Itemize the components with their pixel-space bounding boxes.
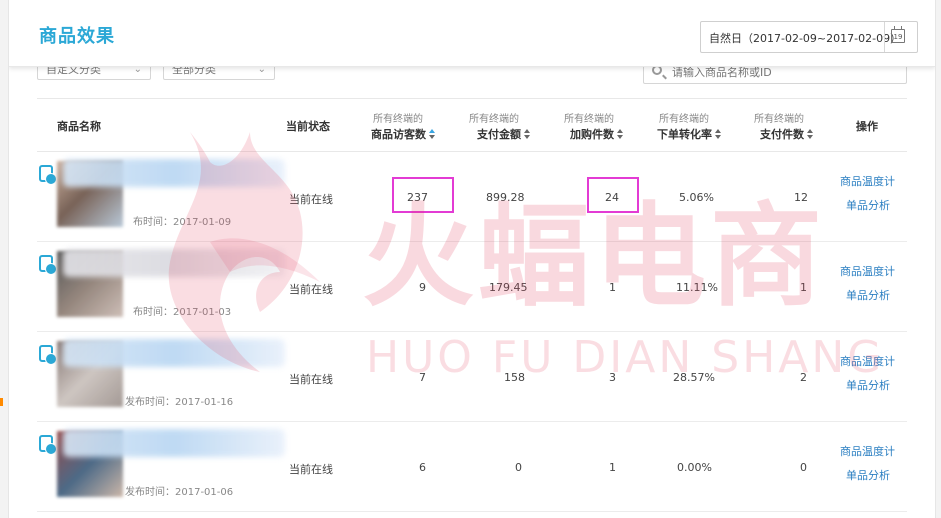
pay-items-value: 12 — [794, 191, 808, 204]
visitors-value: 9 — [419, 281, 426, 294]
conversion-value: 5.06% — [679, 191, 714, 204]
pc-device-icon — [39, 255, 57, 275]
pay-amount-value: 179.45 — [489, 281, 528, 294]
table-row: 发布时间：2017-01-06 当前在线 6 0 1 0.00% 0 商品温度计… — [37, 421, 907, 512]
sort-icon[interactable] — [524, 129, 531, 139]
pay-items-value: 0 — [800, 461, 807, 474]
conversion-value: 28.57% — [673, 371, 715, 384]
pc-device-icon — [39, 435, 57, 455]
pc-device-icon — [39, 345, 57, 365]
publish-time: 发布时间：2017-01-06 — [125, 487, 234, 498]
item-analysis-link[interactable]: 单品分析 — [846, 467, 890, 483]
sort-icon[interactable] — [617, 129, 624, 139]
sort-icon[interactable] — [715, 129, 722, 139]
publish-time: 发布时间：2017-01-16 — [125, 397, 234, 408]
product-effect-panel: 商品效果 自然日（2017-02-09~2017-02-09） 19 自定义分类… — [8, 0, 936, 518]
table-row: 布时间：2017-01-03 当前在线 9 179.45 1 11.11% 1 … — [37, 241, 907, 332]
highlight-box — [587, 177, 639, 213]
pc-device-icon — [39, 165, 57, 185]
product-title-blurred[interactable] — [63, 429, 285, 457]
date-divider — [884, 22, 885, 52]
highlight-box — [392, 177, 454, 213]
status-text: 当前在线 — [289, 463, 333, 476]
side-marker — [0, 398, 3, 406]
pay-amount-value: 0 — [515, 461, 522, 474]
product-title-blurred[interactable] — [63, 339, 285, 367]
page-title: 商品效果 — [39, 26, 115, 47]
calendar-icon[interactable]: 19 — [891, 26, 905, 43]
product-title-blurred[interactable] — [63, 249, 285, 277]
item-analysis-link[interactable]: 单品分析 — [846, 377, 890, 393]
publish-time: 布时间：2017-01-03 — [133, 307, 232, 318]
pay-amount-value: 899.28 — [486, 191, 525, 204]
item-analysis-link[interactable]: 单品分析 — [846, 197, 890, 213]
status-text: 当前在线 — [289, 283, 333, 296]
panel-header: 商品效果 自然日（2017-02-09~2017-02-09） 19 — [9, 0, 935, 67]
temperature-link[interactable]: 商品温度计 — [840, 443, 895, 459]
conversion-value: 0.00% — [677, 461, 712, 474]
cart-items-value: 1 — [609, 461, 616, 474]
visitors-value: 6 — [419, 461, 426, 474]
publish-time: 布时间：2017-01-09 — [133, 217, 232, 228]
date-range-text: 自然日（2017-02-09~2017-02-09） — [709, 32, 902, 45]
item-analysis-link[interactable]: 单品分析 — [846, 287, 890, 303]
visitors-value: 7 — [419, 371, 426, 384]
pay-items-value: 1 — [800, 281, 807, 294]
pay-amount-value: 158 — [504, 371, 525, 384]
sort-icon[interactable] — [807, 129, 814, 139]
table-header: 商品名称 当前状态 所有终端的 商品访客数 所有终端的 支付金额 所有终端的 加… — [37, 98, 907, 152]
cart-items-value: 1 — [609, 281, 616, 294]
table-row: 发布时间：2017-01-16 当前在线 7 158 3 28.57% 2 商品… — [37, 331, 907, 422]
temperature-link[interactable]: 商品温度计 — [840, 173, 895, 189]
product-title-blurred[interactable] — [63, 159, 285, 187]
table-row: 布时间：2017-01-09 当前在线 237 899.28 24 5.06% … — [37, 151, 907, 242]
pay-items-value: 2 — [800, 371, 807, 384]
date-range-picker[interactable]: 自然日（2017-02-09~2017-02-09） 19 — [700, 21, 918, 53]
sort-icon[interactable] — [429, 129, 436, 139]
cart-items-value: 3 — [609, 371, 616, 384]
status-text: 当前在线 — [289, 193, 333, 206]
status-text: 当前在线 — [289, 373, 333, 386]
conversion-value: 11.11% — [676, 281, 718, 294]
temperature-link[interactable]: 商品温度计 — [840, 353, 895, 369]
temperature-link[interactable]: 商品温度计 — [840, 263, 895, 279]
